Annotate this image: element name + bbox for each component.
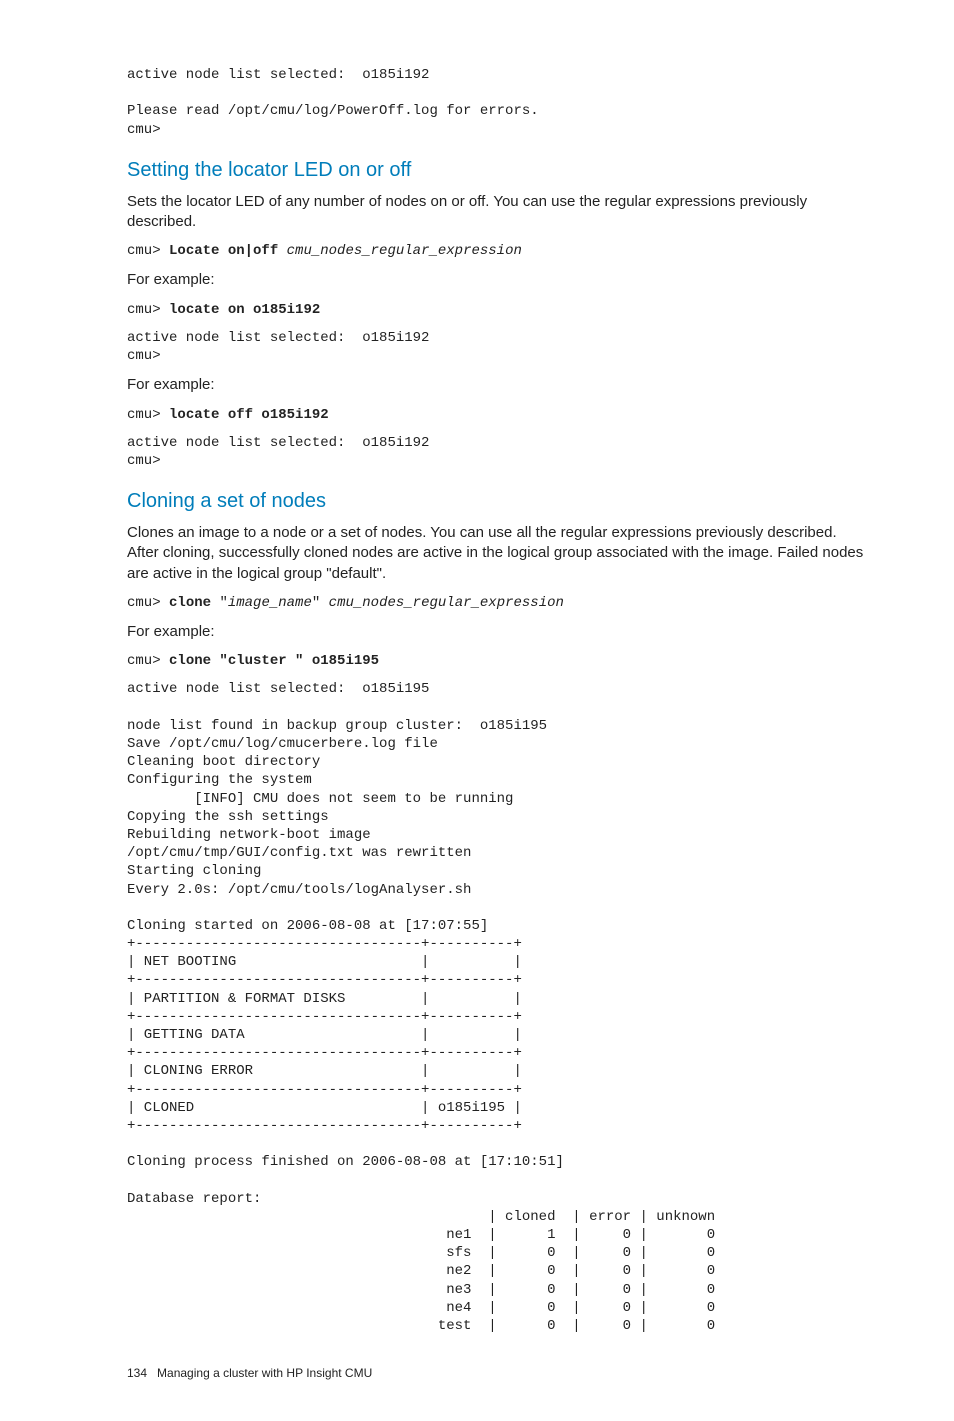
- output-clone: active node list selected: o185i195 node…: [127, 680, 866, 1335]
- page-number: 134: [127, 1365, 147, 1381]
- output-locate-off: active node list selected: o185i192 cmu>: [127, 434, 866, 470]
- output-locate-on: active node list selected: o185i192 cmu>: [127, 329, 866, 365]
- example-clone: cmu> clone "cluster " o185i195: [127, 652, 866, 670]
- footer-title: Managing a cluster with HP Insight CMU: [157, 1366, 372, 1380]
- para-cloning-desc: Clones an image to a node or a set of no…: [127, 523, 866, 584]
- syntax-clone: cmu> clone "image_name" cmu_nodes_regula…: [127, 594, 866, 612]
- syntax-locate: cmu> Locate on|off cmu_nodes_regular_exp…: [127, 242, 866, 260]
- heading-cloning: Cloning a set of nodes: [127, 488, 866, 515]
- heading-locator: Setting the locator LED on or off: [127, 157, 866, 184]
- para-locator-desc: Sets the locator LED of any number of no…: [127, 192, 866, 233]
- example-locate-off: cmu> locate off o185i192: [127, 406, 866, 424]
- code-intro: active node list selected: o185i192 Plea…: [127, 66, 866, 139]
- label-for-example-3: For example:: [127, 622, 866, 642]
- example-locate-on: cmu> locate on o185i192: [127, 301, 866, 319]
- page-footer: 134 Managing a cluster with HP Insight CM…: [127, 1365, 866, 1381]
- label-for-example-1: For example:: [127, 270, 866, 290]
- label-for-example-2: For example:: [127, 375, 866, 395]
